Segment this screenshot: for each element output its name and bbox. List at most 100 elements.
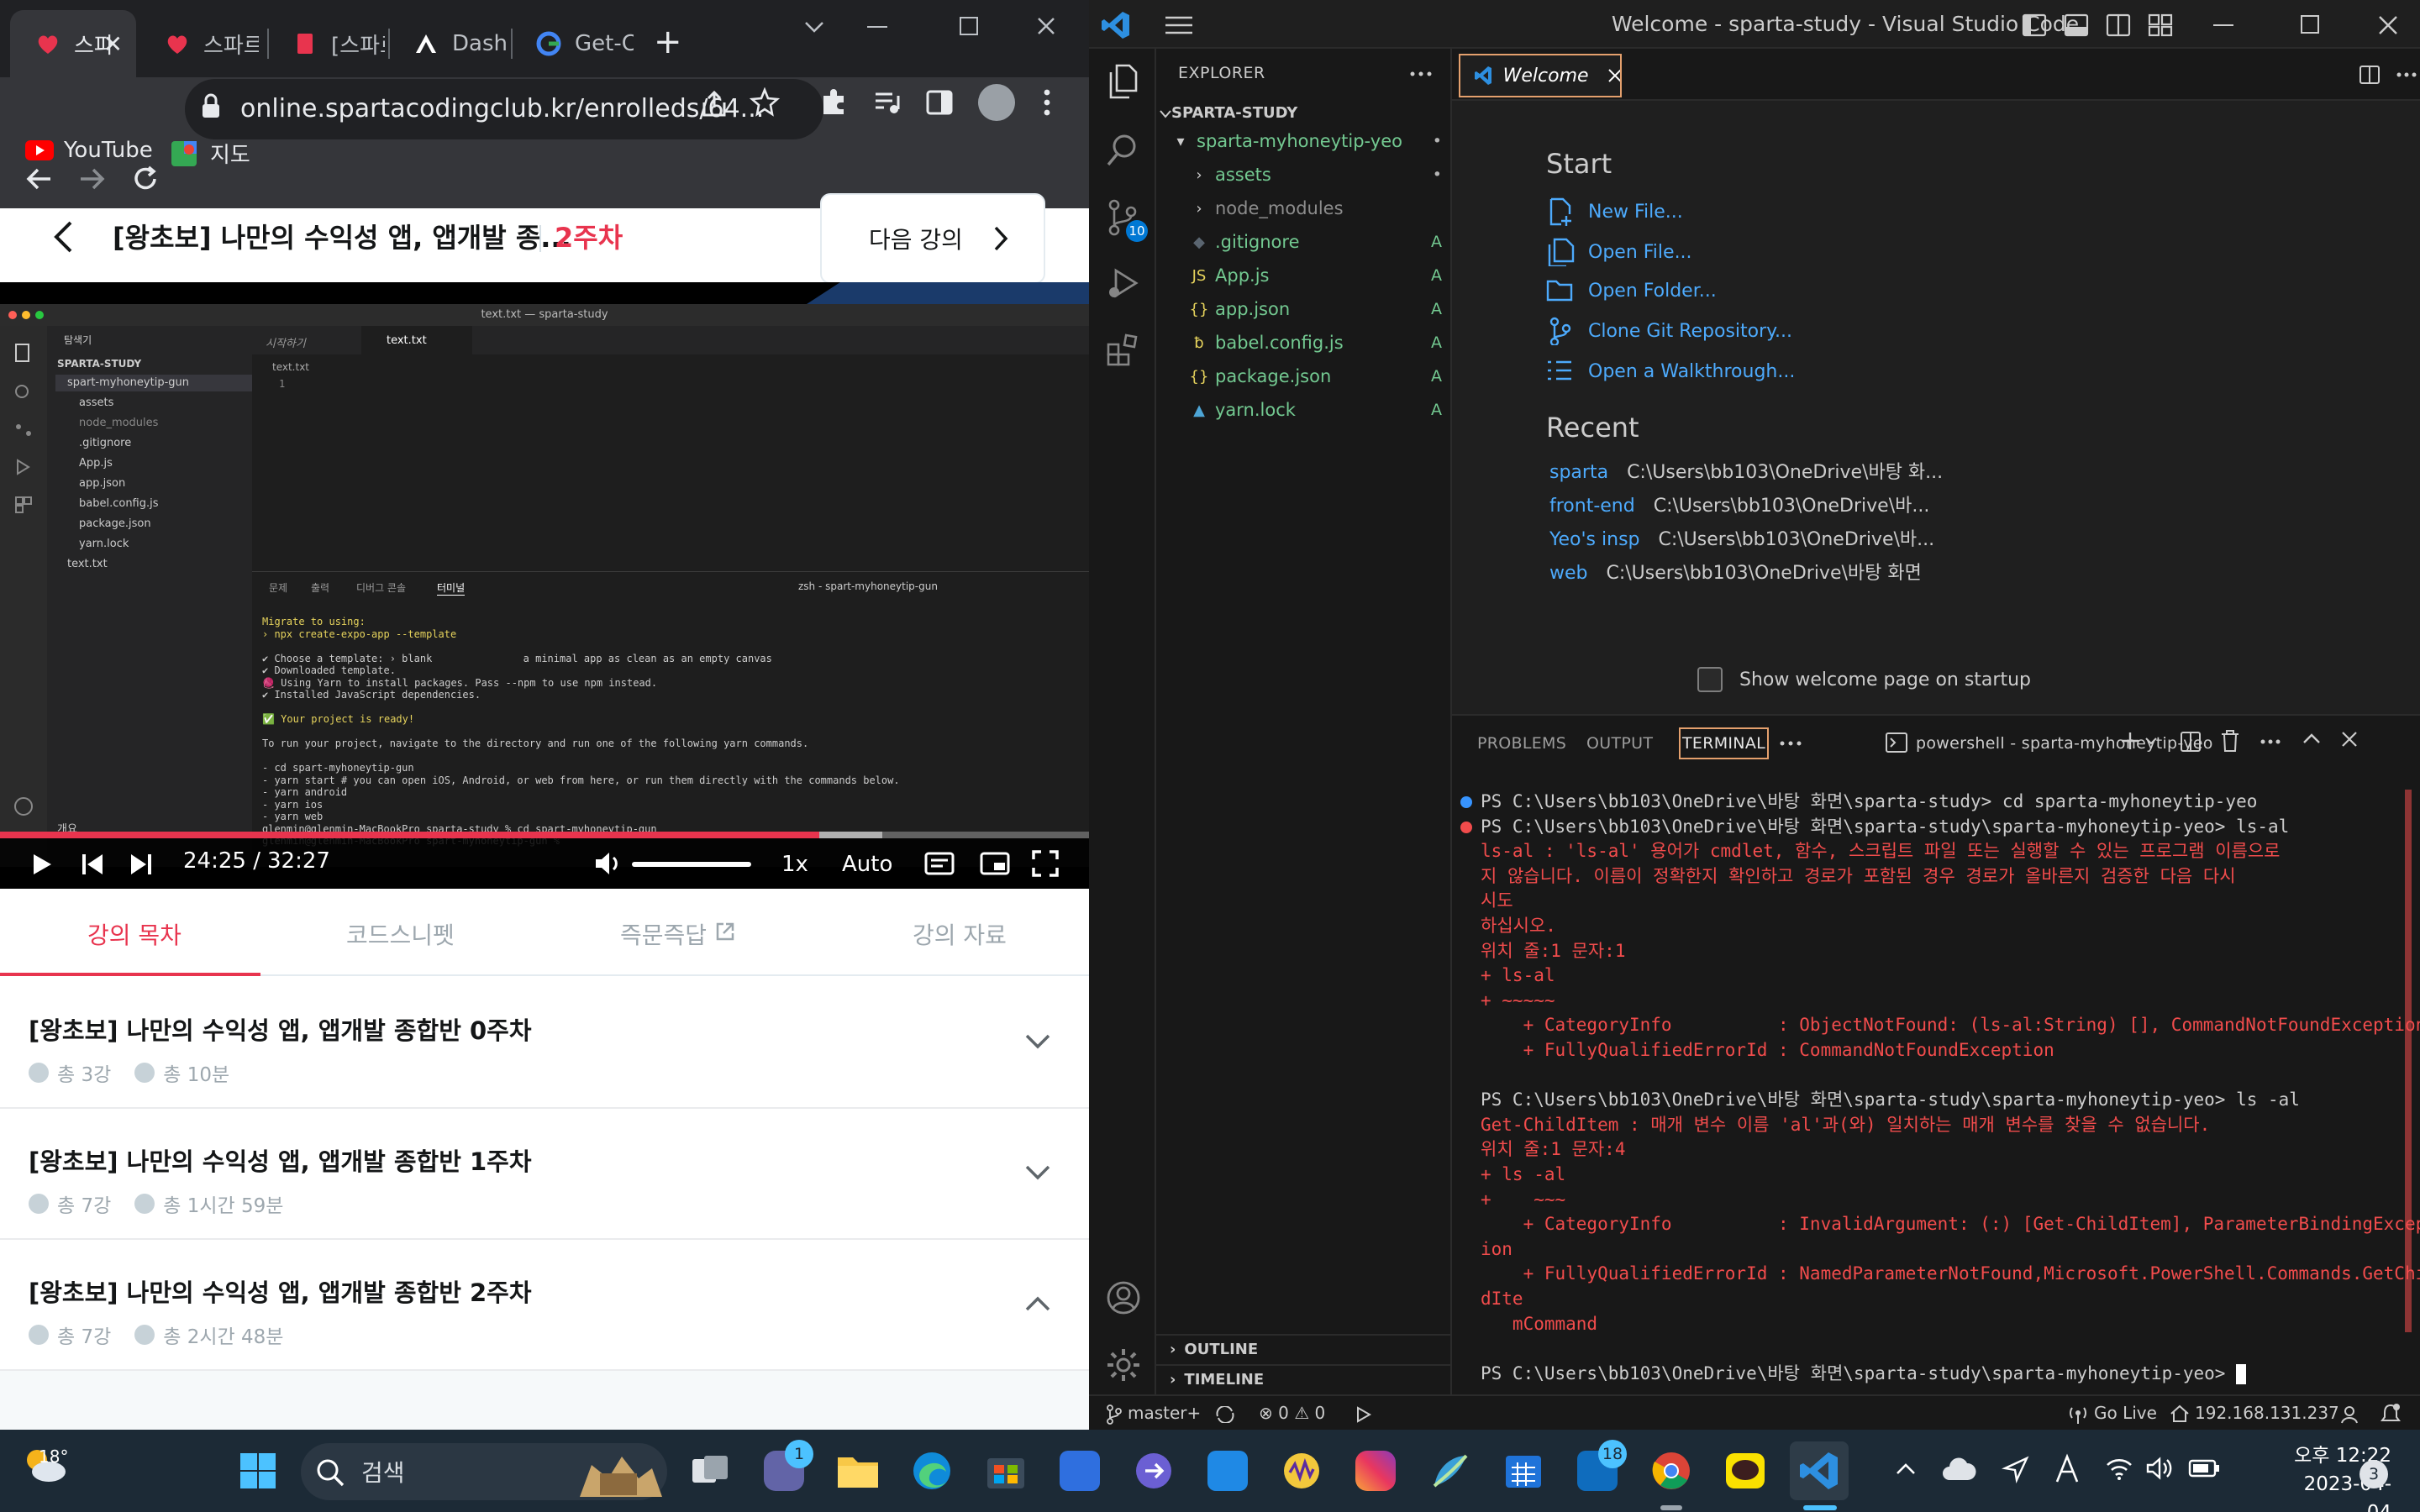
volume-icon[interactable] — [593, 850, 622, 877]
tab-terminal[interactable]: TERMINAL — [1679, 727, 1770, 759]
tab-search-icon[interactable] — [803, 18, 825, 35]
app-button[interactable] — [1124, 1441, 1183, 1500]
notification-badge[interactable]: 3 — [2360, 1460, 2388, 1488]
recent-item[interactable]: sparta C:\Users\bb103\OneDrive\바탕 화... — [1549, 457, 1943, 487]
side-panel-icon[interactable] — [924, 87, 955, 118]
open-file-link[interactable]: Open File... — [1546, 235, 1692, 269]
trash-icon[interactable] — [2220, 729, 2240, 753]
ime-icon[interactable] — [2054, 1453, 2081, 1483]
forward-icon[interactable] — [77, 165, 106, 193]
split-terminal-icon[interactable] — [2180, 731, 2202, 753]
share-icon[interactable] — [699, 89, 729, 119]
fullscreen-icon[interactable] — [1032, 850, 1059, 877]
vscode-taskbar-button[interactable] — [1790, 1441, 1849, 1500]
command-decoration-icon[interactable] — [1460, 821, 1472, 833]
command-decoration-icon[interactable] — [1460, 796, 1472, 808]
file-tree-item[interactable]: {} package.json A — [1188, 361, 1452, 391]
workspace-root[interactable]: SPARTA-STUDY — [1171, 104, 1297, 122]
browser-tab-2[interactable]: 스파르 — [139, 10, 259, 77]
chapter-item[interactable]: [왕초보] 나만의 수익성 앱, 앱개발 종합반 0주차 총 3강 총 10분 — [0, 978, 1089, 1109]
minimize-icon[interactable] — [867, 25, 887, 29]
outline-section[interactable]: › OUTLINE — [1156, 1334, 1452, 1364]
go-live-button[interactable]: Go Live — [2094, 1403, 2157, 1423]
toggle-panel-icon[interactable] — [2064, 13, 2089, 37]
wifi-icon[interactable] — [2106, 1457, 2133, 1480]
sync-icon[interactable] — [1215, 1406, 1235, 1423]
recent-item[interactable]: web C:\Users\bb103\OneDrive\바탕 화면 — [1549, 558, 1922, 588]
notifications-bell-icon[interactable] — [2380, 1403, 2402, 1425]
minimize-icon[interactable] — [2213, 24, 2233, 27]
app-button[interactable] — [1050, 1441, 1109, 1500]
terminal-more-icon[interactable] — [2260, 739, 2281, 744]
calendar-button[interactable] — [1494, 1441, 1553, 1500]
extensions-icon[interactable] — [1106, 333, 1141, 368]
file-explorer-button[interactable] — [829, 1441, 887, 1500]
chevron-down-icon[interactable] — [1160, 109, 1171, 119]
reload-icon[interactable] — [131, 165, 160, 193]
volume-icon[interactable] — [2146, 1457, 2175, 1480]
account-icon[interactable] — [1106, 1280, 1141, 1315]
rewind-icon[interactable] — [81, 852, 104, 877]
chapter-item[interactable]: [왕초보] 나만의 수익성 앱, 앱개발 종합반 2주차 총 7강 총 2시간 … — [0, 1240, 1089, 1371]
explorer-more-icon[interactable] — [1410, 71, 1432, 77]
show-welcome-option[interactable]: Show welcome page on startup — [1697, 667, 2031, 692]
accounts-status-icon[interactable] — [2339, 1404, 2360, 1425]
taskview-button[interactable] — [681, 1441, 739, 1500]
captions-icon[interactable] — [924, 852, 955, 875]
close-panel-icon[interactable] — [2341, 731, 2358, 748]
toggle-sidebar-icon[interactable] — [2022, 13, 2047, 37]
tray-overflow-icon[interactable] — [1896, 1462, 1916, 1475]
play-icon[interactable] — [30, 852, 54, 877]
editor-more-icon[interactable] — [2396, 72, 2417, 77]
bookmark-youtube[interactable]: YouTube — [25, 138, 153, 163]
chevron-down-icon[interactable] — [1023, 1032, 1052, 1052]
new-terminal-icon[interactable] — [2121, 731, 2161, 751]
file-tree-item[interactable]: ▲ yarn.lock A — [1188, 395, 1452, 425]
recent-name[interactable]: web — [1549, 563, 1588, 584]
tab-materials[interactable]: 강의 자료 — [913, 917, 1007, 951]
maximize-icon[interactable] — [960, 17, 978, 35]
recent-item[interactable]: front-end C:\Users\bb103\OneDrive\바... — [1549, 491, 1929, 521]
extensions-icon[interactable] — [818, 87, 849, 118]
file-tree-item[interactable]: › node_modules — [1188, 193, 1452, 223]
search-icon[interactable] — [1106, 133, 1139, 168]
close-tab-icon[interactable] — [1607, 68, 1620, 83]
profile-avatar[interactable] — [978, 84, 1015, 121]
close-window-icon[interactable] — [1037, 17, 1055, 35]
kakaotalk-button[interactable] — [1716, 1441, 1775, 1500]
file-tree-item[interactable]: ▾ sparta-myhoneytip-yeo • — [1170, 126, 1452, 156]
panel-more-icon[interactable] — [1780, 741, 1802, 746]
git-branch[interactable]: master+ — [1128, 1403, 1201, 1423]
maximize-icon[interactable] — [2301, 15, 2319, 34]
app-button[interactable] — [1420, 1441, 1479, 1500]
problems-count[interactable]: ⊗ 0 ⚠ 0 — [1259, 1403, 1325, 1423]
video-player[interactable]: text.txt — sparta-study 탐색기 SPARTA-STUDY… — [0, 282, 1089, 889]
explorer-icon[interactable] — [1106, 64, 1139, 99]
video-quality[interactable]: Auto — [842, 852, 892, 877]
chrome-button[interactable] — [1642, 1441, 1701, 1500]
recent-name[interactable]: Yeo's insp — [1549, 529, 1640, 550]
url-text[interactable]: online.spartacodingclub.kr/enrolleds/64.… — [240, 82, 764, 136]
tab-problems[interactable]: PROBLEMS — [1477, 734, 1566, 753]
file-tree-item[interactable]: {} app.json A — [1188, 294, 1452, 324]
bookmark-maps[interactable]: 지도 — [171, 138, 250, 169]
maximize-panel-icon[interactable] — [2302, 732, 2321, 744]
back-icon[interactable] — [25, 165, 54, 193]
menu-icon[interactable] — [1165, 15, 1193, 35]
file-tree-item[interactable]: ƀ babel.config.js A — [1188, 328, 1452, 358]
more-menu-icon[interactable] — [1039, 87, 1055, 118]
terminal-output[interactable]: PS C:\Users\bb103\OneDrive\바탕 화면\sparta-… — [1452, 790, 2420, 1394]
customize-layout-icon[interactable] — [2148, 13, 2173, 37]
terminal-shell-name[interactable]: powershell - sparta-myhoneytip-yeo — [1916, 734, 2213, 753]
settings-gear-icon[interactable] — [1106, 1347, 1141, 1383]
chevron-down-icon[interactable] — [1023, 1163, 1052, 1183]
app-button[interactable] — [1198, 1441, 1257, 1500]
toggle-secondary-sidebar-icon[interactable] — [2106, 13, 2131, 37]
edge-button[interactable] — [902, 1441, 961, 1500]
pip-icon[interactable] — [980, 852, 1010, 875]
browser-tab-5[interactable]: Get-C — [511, 10, 634, 77]
recent-name[interactable]: front-end — [1549, 496, 1635, 517]
tab-toc[interactable]: 강의 목차 — [87, 917, 182, 951]
store-button[interactable] — [976, 1441, 1035, 1500]
open-folder-link[interactable]: Open Folder... — [1546, 274, 1717, 307]
